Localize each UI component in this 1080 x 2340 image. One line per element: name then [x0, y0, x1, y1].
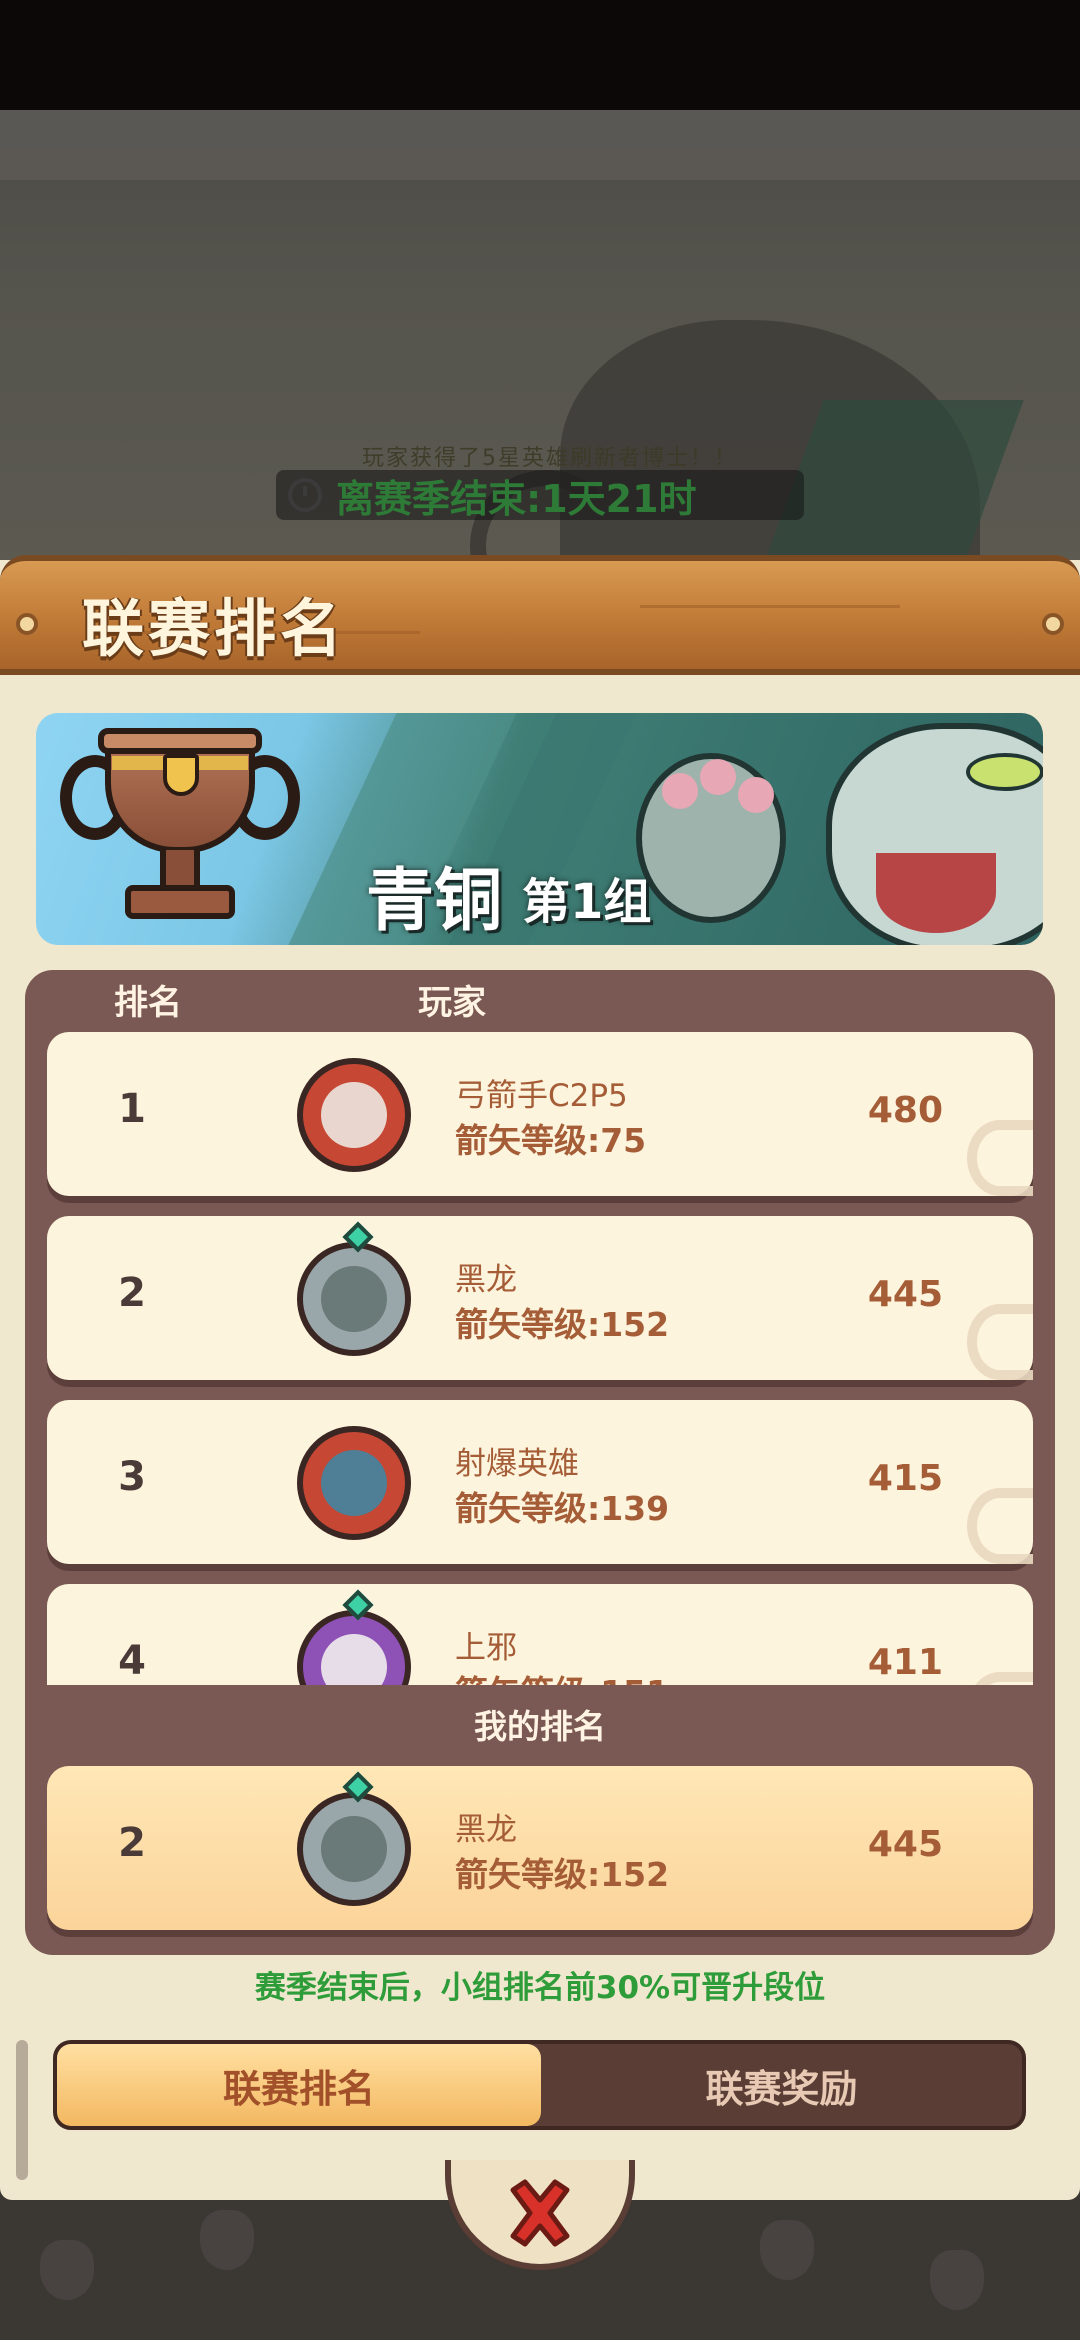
countdown-text: 离赛季结束:1天21时	[336, 476, 697, 521]
player-level: 箭矢等级:152	[455, 1305, 670, 1344]
player-level: 箭矢等级:151	[455, 1666, 669, 1685]
ranking-list[interactable]: 1 弓箭手C2P5 箭矢等级:75 480 2 黑龙 箭矢等级:152 445 …	[25, 1030, 1055, 1685]
rank-number: 1	[118, 1086, 146, 1132]
snow-leopard-avatar[interactable]	[297, 1771, 411, 1906]
close-button[interactable]	[490, 2168, 590, 2258]
scrollbar[interactable]	[16, 2040, 28, 2180]
player-score: 480	[867, 1090, 943, 1131]
paw-illustration	[636, 753, 786, 923]
season-countdown: 离赛季结束:1天21时	[276, 470, 804, 521]
page-title: 联赛排名	[82, 592, 347, 665]
player-level: 箭矢等级:75	[455, 1121, 647, 1160]
list-item[interactable]: 2 黑龙 箭矢等级:152 445	[47, 1216, 1033, 1380]
rank-number: 2	[118, 1820, 146, 1866]
column-header-rank: 排名	[114, 983, 182, 1023]
player-level: 箭矢等级:139	[455, 1489, 670, 1528]
group-name: 第1组	[522, 874, 652, 930]
player-score: 445	[867, 1824, 943, 1865]
my-rank-row[interactable]: 2 黑龙 箭矢等级:152 445	[47, 1766, 1033, 1930]
list-item[interactable]: 3 射爆英雄 箭矢等级:139 415	[47, 1400, 1033, 1564]
tab-league-rewards[interactable]: 联赛奖励	[541, 2044, 1022, 2126]
nail-icon	[1042, 613, 1064, 635]
player-level: 箭矢等级:152	[455, 1855, 670, 1894]
clock-icon	[288, 478, 322, 512]
rank-number: 4	[118, 1638, 146, 1684]
rank-number: 3	[118, 1454, 146, 1500]
player-name: 黑龙	[455, 1262, 517, 1298]
player-name: 弓箭手C2P5	[455, 1078, 628, 1114]
player-score: 415	[867, 1458, 943, 1499]
player-name: 射爆英雄	[455, 1446, 579, 1482]
list-item[interactable]: 4 上邪 箭矢等级:151 411	[47, 1584, 1033, 1685]
column-header-player: 玩家	[418, 983, 486, 1023]
shield-icon	[163, 754, 199, 796]
tab-bar: 联赛排名 联赛奖励	[53, 2040, 1026, 2130]
tab-league-ranking[interactable]: 联赛排名	[57, 2044, 541, 2126]
news-ticker: 玩家获得了5星英雄刷新者博士！！	[362, 446, 738, 471]
my-rank-label: 我的排名	[474, 1707, 606, 1746]
list-item[interactable]: 1 弓箭手C2P5 箭矢等级:75 480	[47, 1032, 1033, 1196]
swirl-decoration	[967, 1672, 1033, 1685]
swirl-decoration	[967, 1488, 1033, 1564]
tier-name: 青铜	[366, 862, 503, 941]
red-monkey-avatar[interactable]	[297, 1058, 411, 1172]
swirl-decoration	[967, 1120, 1033, 1196]
player-name: 上邪	[455, 1630, 517, 1666]
shark-pirate-avatar[interactable]	[297, 1426, 411, 1540]
player-name: 黑龙	[455, 1812, 517, 1848]
nail-icon	[16, 613, 38, 635]
rank-number: 2	[118, 1270, 146, 1316]
player-score: 411	[867, 1642, 943, 1683]
status-bar-area	[0, 0, 1080, 110]
close-x-icon	[510, 2179, 570, 2247]
promotion-tip: 赛季结束后，小组排名前30%可晋升段位	[254, 1970, 826, 2006]
rabbit-avatar[interactable]	[297, 1589, 411, 1685]
swirl-decoration	[967, 1304, 1033, 1380]
snow-leopard-avatar[interactable]	[297, 1221, 411, 1356]
player-score: 445	[867, 1274, 943, 1315]
